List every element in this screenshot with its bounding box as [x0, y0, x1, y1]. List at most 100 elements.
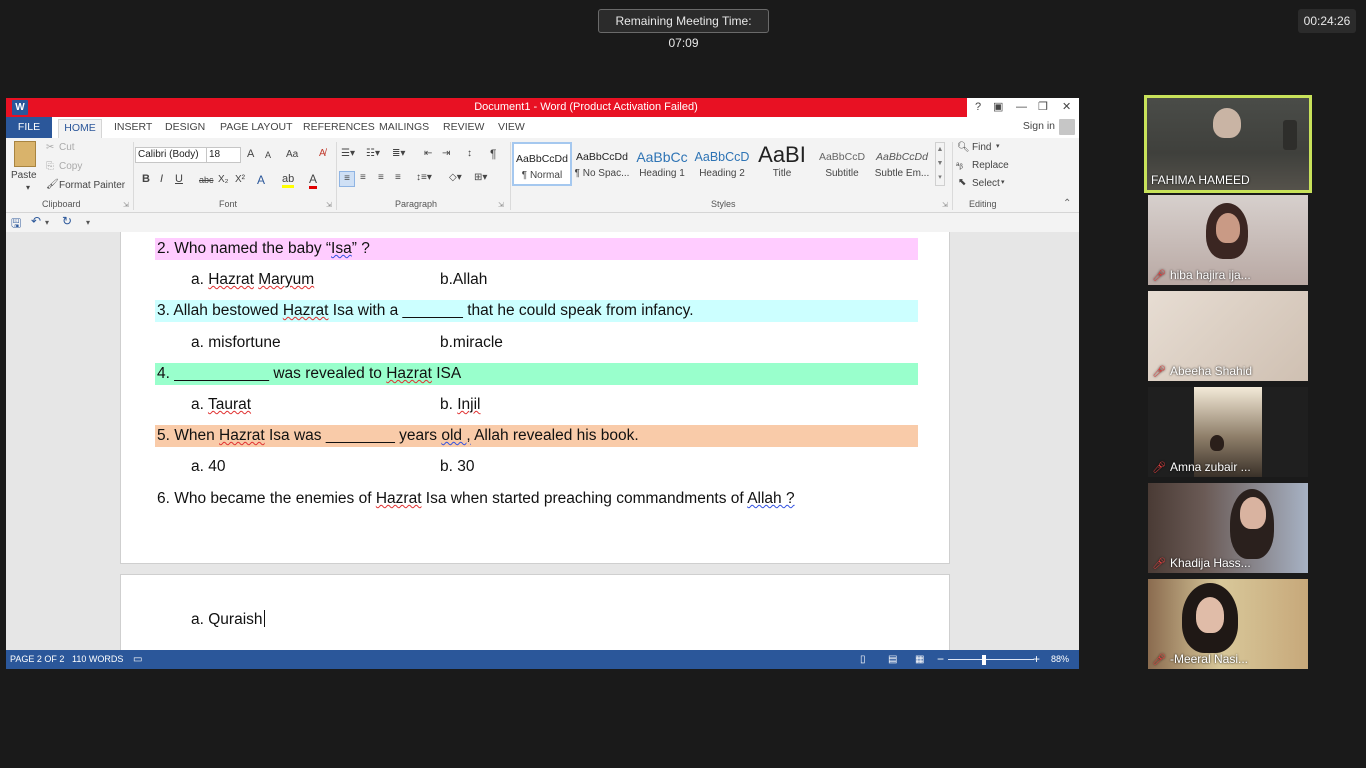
- numbering-icon[interactable]: ☷▾: [366, 148, 380, 159]
- clipboard-launcher-icon[interactable]: ⇲: [123, 201, 129, 209]
- copy-button[interactable]: Copy: [59, 161, 82, 172]
- styles-launcher-icon[interactable]: ⇲: [942, 201, 948, 209]
- tab-view[interactable]: VIEW: [498, 120, 525, 135]
- option-2b[interactable]: b.Allah: [440, 269, 487, 291]
- copy-icon[interactable]: ⎘: [46, 161, 54, 172]
- styles-scroll-icon[interactable]: ▲ ▼ ▾: [935, 142, 945, 186]
- option-5b[interactable]: b. 30: [440, 456, 474, 478]
- option-5a[interactable]: a. 40: [191, 456, 225, 478]
- close-button[interactable]: ✕: [1062, 98, 1071, 117]
- multilevel-list-icon[interactable]: ≣▾: [392, 148, 405, 159]
- style-heading-1[interactable]: AaBbCc Heading 1: [632, 142, 692, 186]
- participant-tile[interactable]: FAHIMA HAMEED: [1144, 95, 1312, 193]
- italic-button[interactable]: I: [160, 173, 163, 185]
- option-3b[interactable]: b.miracle: [440, 332, 503, 354]
- highlight-color-icon[interactable]: ab: [282, 173, 295, 188]
- style-no-spacing[interactable]: AaBbCcDd ¶ No Spac...: [572, 142, 632, 186]
- page-count[interactable]: PAGE 2 OF 2: [10, 650, 64, 669]
- tab-design[interactable]: DESIGN: [165, 120, 205, 135]
- participant-tile[interactable]: 🎤︎ -Meeral Nasi...: [1148, 579, 1308, 669]
- text-effects-icon[interactable]: A: [257, 173, 265, 187]
- question-6[interactable]: 6. Who became the enemies of Hazrat Isa …: [155, 488, 918, 510]
- zoom-slider-thumb[interactable]: [982, 655, 986, 665]
- superscript-button[interactable]: X²: [235, 174, 245, 185]
- question-2[interactable]: 2. Who named the baby “Isa” ?: [155, 238, 918, 260]
- underline-button[interactable]: U: [175, 173, 183, 185]
- document-page-1[interactable]: 2. Who named the baby “Isa” ? a. Hazrat …: [120, 232, 950, 564]
- undo-dropdown-icon[interactable]: ▾: [45, 218, 49, 227]
- tab-references[interactable]: REFERENCES: [303, 120, 375, 135]
- help-icon[interactable]: ?: [975, 98, 981, 117]
- minimize-button[interactable]: —: [1016, 98, 1027, 117]
- question-3[interactable]: 3. Allah bestowed Hazrat Isa with a ____…: [155, 300, 918, 322]
- document-page-2[interactable]: a. Quraish: [120, 574, 950, 650]
- cut-icon[interactable]: ✂: [46, 142, 54, 153]
- paste-dropdown-icon[interactable]: ▾: [26, 183, 30, 192]
- print-layout-icon[interactable]: ▤: [888, 650, 897, 669]
- format-painter-icon[interactable]: 🖌: [46, 179, 59, 190]
- zoom-slider[interactable]: [948, 659, 1034, 660]
- shading-icon[interactable]: ◇▾: [449, 172, 462, 183]
- option-4a[interactable]: a. Taurat: [191, 394, 251, 416]
- participant-tile[interactable]: 🎤︎ Khadija Hass...: [1148, 483, 1308, 573]
- participant-tile[interactable]: 🎤︎ hiba hajira ija...: [1148, 195, 1308, 285]
- style-subtitle[interactable]: AaBbCcD Subtitle: [812, 142, 872, 186]
- zoom-in-button[interactable]: +: [1033, 650, 1040, 669]
- undo-icon[interactable]: ↶: [31, 214, 41, 228]
- replace-icon[interactable]: ᵃᵦ: [956, 160, 963, 170]
- find-dropdown-icon[interactable]: ▾: [996, 142, 1000, 150]
- select-icon[interactable]: ⬉: [958, 177, 966, 188]
- find-button[interactable]: Find: [972, 142, 991, 153]
- style-title[interactable]: AaBI Title: [752, 142, 812, 186]
- shrink-font-button[interactable]: A: [265, 150, 271, 160]
- tab-review[interactable]: REVIEW: [443, 120, 484, 135]
- align-right-icon[interactable]: ≡: [378, 172, 384, 183]
- style-normal[interactable]: AaBbCcDd ¶ Normal: [512, 142, 572, 186]
- line-spacing-icon[interactable]: ↕≡▾: [416, 172, 432, 183]
- find-icon[interactable]: 🔍︎: [957, 142, 970, 153]
- word-count[interactable]: 110 WORDS: [72, 650, 123, 669]
- font-launcher-icon[interactable]: ⇲: [326, 201, 332, 209]
- option-2a[interactable]: a. Hazrat Maryum: [191, 269, 314, 291]
- zoom-out-button[interactable]: −: [937, 650, 944, 669]
- paste-icon[interactable]: [14, 141, 36, 167]
- tab-mailings[interactable]: MAILINGS: [379, 120, 429, 135]
- option-4b[interactable]: b. Injil: [440, 394, 481, 416]
- proofing-icon[interactable]: ▭: [133, 650, 142, 669]
- tab-file[interactable]: FILE: [6, 117, 52, 138]
- read-mode-icon[interactable]: ▯: [860, 650, 866, 669]
- decrease-indent-icon[interactable]: ⇤: [424, 148, 432, 159]
- account-icon[interactable]: [1059, 119, 1075, 135]
- question-5[interactable]: 5. When Hazrat Isa was ________ years ol…: [155, 425, 918, 447]
- clear-formatting-icon[interactable]: A̸: [319, 148, 326, 159]
- customize-qat-icon[interactable]: ▾: [86, 218, 90, 227]
- bullets-icon[interactable]: ☰▾: [341, 148, 355, 159]
- borders-icon[interactable]: ⊞▾: [474, 172, 487, 183]
- format-painter-button[interactable]: Format Painter: [59, 180, 125, 191]
- restore-button[interactable]: ❐: [1038, 98, 1048, 117]
- bold-button[interactable]: B: [142, 173, 150, 185]
- grow-font-button[interactable]: A: [247, 148, 254, 160]
- option-3a[interactable]: a. misfortune: [191, 332, 281, 354]
- justify-icon[interactable]: ≡: [395, 172, 401, 183]
- web-layout-icon[interactable]: ▦: [915, 650, 924, 669]
- paragraph-launcher-icon[interactable]: ⇲: [498, 201, 504, 209]
- change-case-button[interactable]: Aa: [286, 149, 298, 160]
- repeat-icon[interactable]: ↻: [62, 214, 72, 228]
- sort-icon[interactable]: ↕: [467, 148, 472, 159]
- participant-tile[interactable]: 🎤︎ Abeeha Shahid: [1148, 291, 1308, 381]
- select-dropdown-icon[interactable]: ▾: [1001, 178, 1005, 186]
- sign-in-link[interactable]: Sign in: [1023, 120, 1055, 132]
- align-left-icon[interactable]: ≡: [339, 171, 355, 187]
- option-6a[interactable]: a. Quraish: [191, 609, 265, 631]
- participant-tile[interactable]: 🎤︎ Amna zubair ...: [1148, 387, 1308, 477]
- font-color-icon[interactable]: A: [309, 172, 318, 189]
- font-name-select[interactable]: Calibri (Body): [135, 147, 208, 163]
- show-formatting-icon[interactable]: ¶: [490, 147, 496, 161]
- replace-button[interactable]: Replace: [972, 160, 1009, 171]
- cut-button[interactable]: Cut: [59, 142, 75, 153]
- tab-insert[interactable]: INSERT: [114, 120, 152, 135]
- select-button[interactable]: Select: [972, 178, 1000, 189]
- tab-page-layout[interactable]: PAGE LAYOUT: [220, 120, 293, 135]
- paste-button[interactable]: Paste: [11, 170, 37, 181]
